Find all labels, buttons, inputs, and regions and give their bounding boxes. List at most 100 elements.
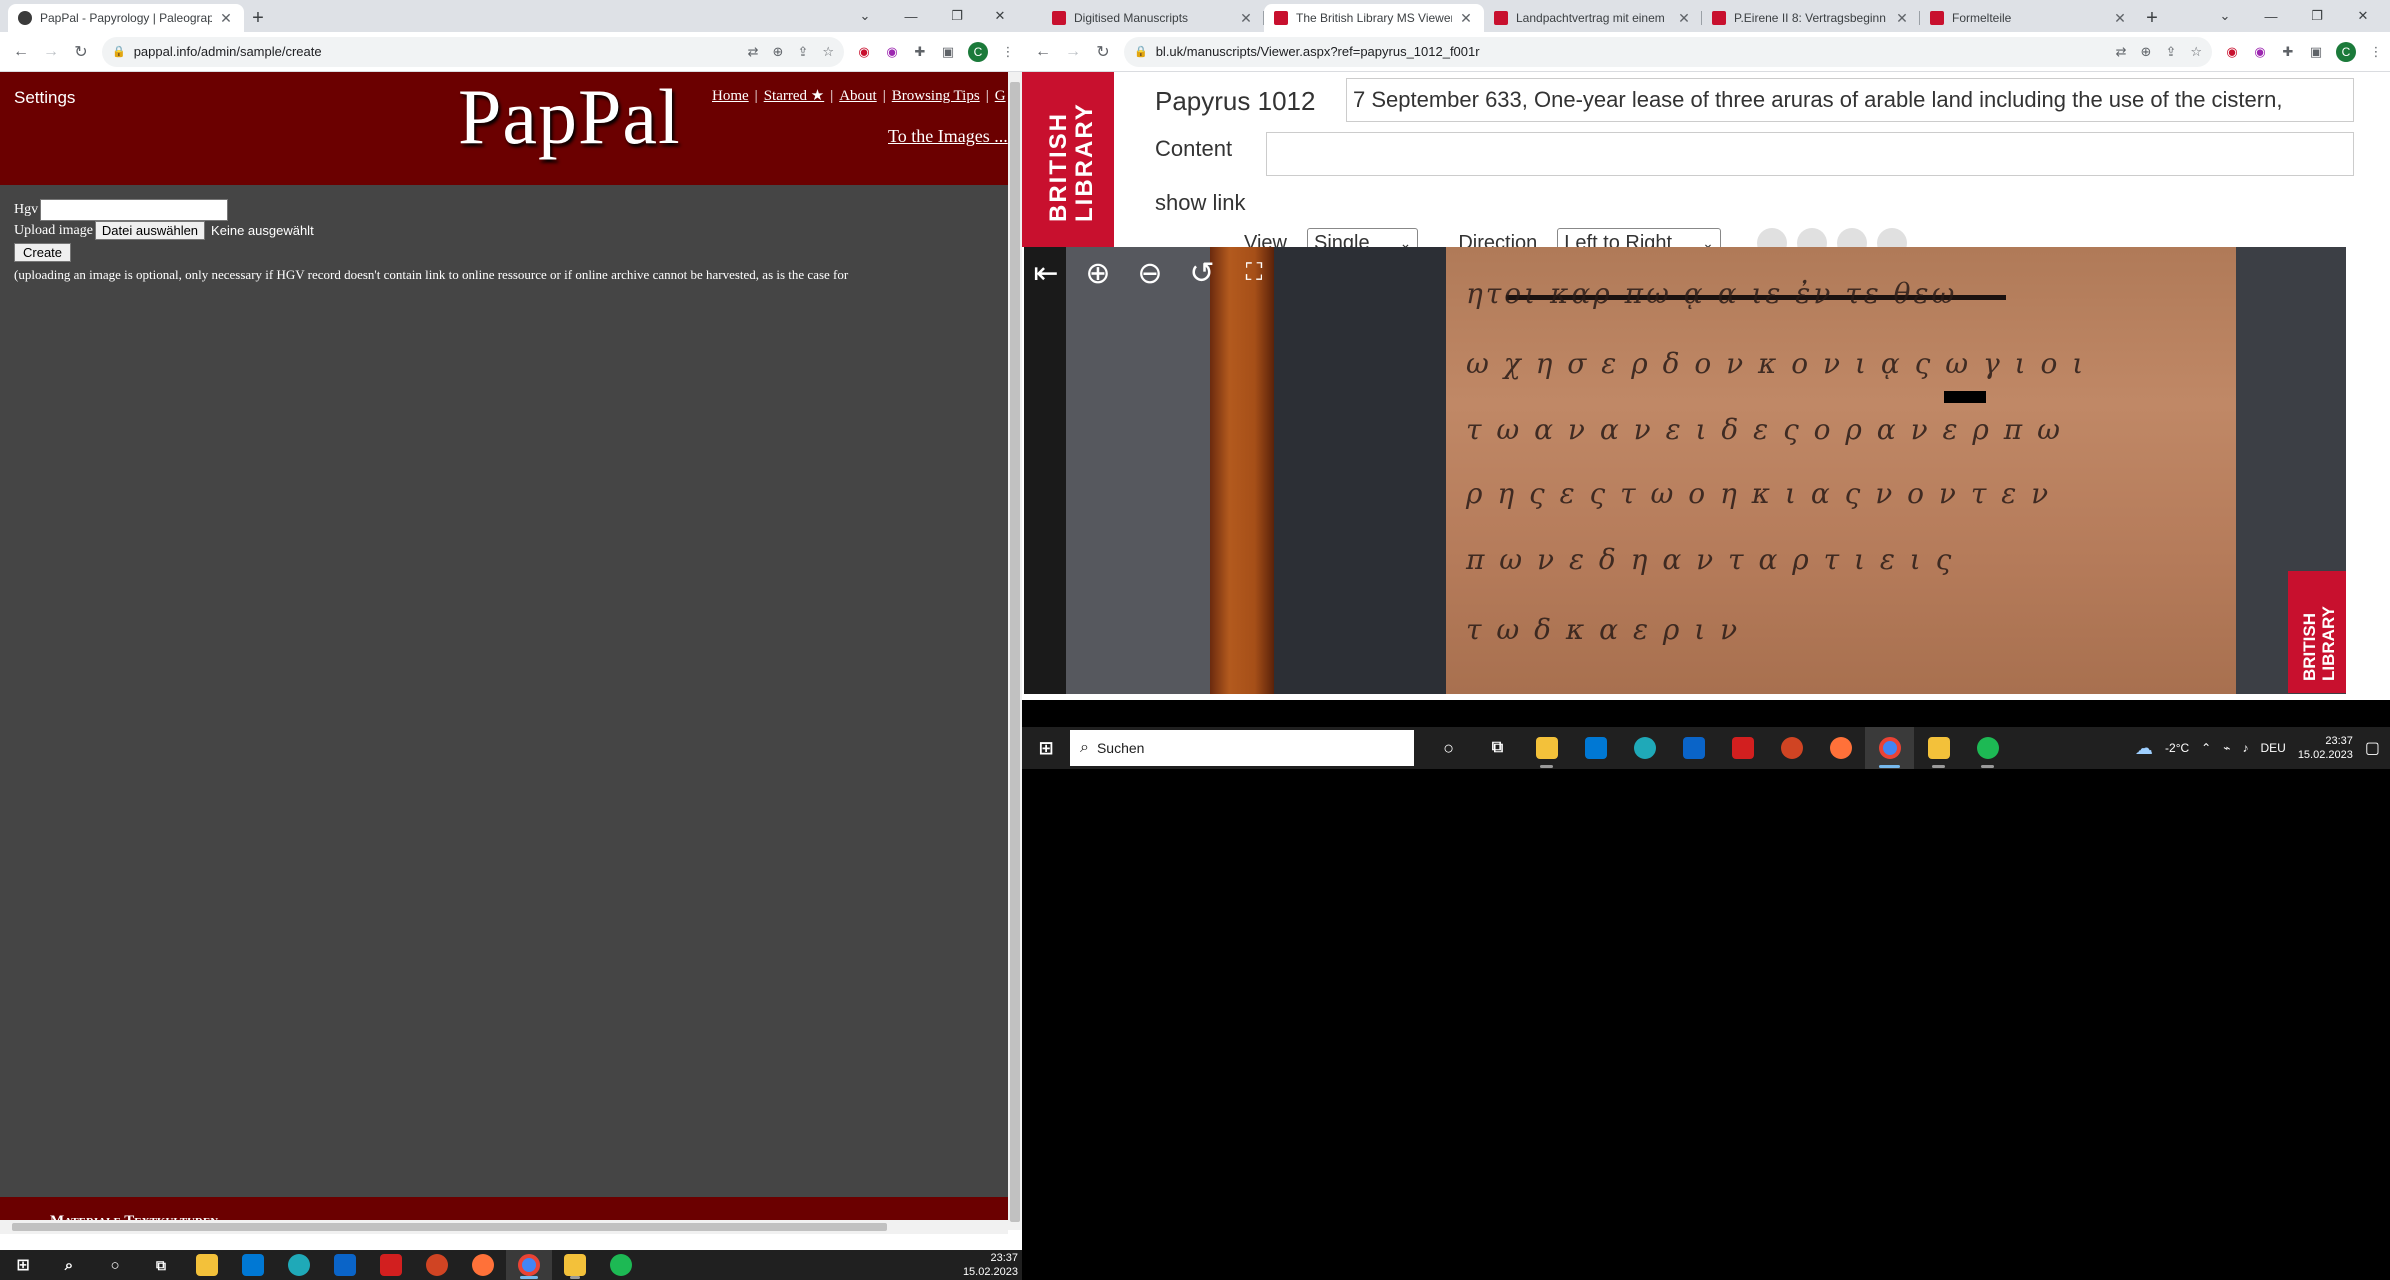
- bookmark-star-icon[interactable]: ☆: [2190, 44, 2202, 60]
- store-button[interactable]: [230, 1250, 276, 1280]
- network-icon[interactable]: ⌁: [2223, 741, 2230, 755]
- restore-icon[interactable]: ❐: [934, 8, 980, 24]
- exit-viewer-icon[interactable]: ⇤: [1024, 251, 1068, 295]
- zoom-in-icon[interactable]: ⊕: [1076, 251, 1120, 295]
- edge-button[interactable]: [1620, 727, 1669, 769]
- create-button[interactable]: Create: [14, 243, 72, 262]
- tab-landpachtvertrag[interactable]: Landpachtvertrag mit einem ✕: [1484, 4, 1702, 32]
- left-clock[interactable]: 23:37 15.02.2023: [963, 1251, 1018, 1279]
- mail-button[interactable]: [322, 1250, 368, 1280]
- right-clock[interactable]: 23:37 15.02.2023: [2298, 734, 2353, 762]
- scroll-thumb[interactable]: [12, 1223, 887, 1231]
- files-button[interactable]: [1914, 727, 1963, 769]
- extension-icon[interactable]: ◉: [853, 44, 875, 60]
- task-view-button[interactable]: ⧉: [1473, 727, 1522, 769]
- close-icon[interactable]: ✕: [1238, 10, 1254, 27]
- powerpoint-button[interactable]: [414, 1250, 460, 1280]
- mail-button[interactable]: [1669, 727, 1718, 769]
- spotify-button[interactable]: [1963, 727, 2012, 769]
- firefox-button[interactable]: [1816, 727, 1865, 769]
- profile-avatar[interactable]: C: [968, 41, 988, 62]
- chrome-button[interactable]: [506, 1250, 552, 1280]
- address-bar[interactable]: 🔒 pappal.info/admin/sample/create ⇄ ⊕ ⇪ …: [102, 36, 844, 67]
- minimize-icon[interactable]: —: [2248, 9, 2294, 24]
- vertical-scrollbar[interactable]: [1008, 72, 1022, 1230]
- notification-icon[interactable]: ▢: [2365, 738, 2380, 758]
- weather-icon[interactable]: ☁: [2135, 738, 2153, 759]
- zoom-icon[interactable]: ⊕: [773, 44, 784, 60]
- chrome-button[interactable]: [1865, 727, 1914, 769]
- close-window-icon[interactable]: ✕: [2340, 8, 2386, 24]
- british-library-logo[interactable]: BRITISH LIBRARY: [1022, 72, 1114, 247]
- tab-peirene[interactable]: P.Eirene II 8: Vertragsbeginn ✕: [1702, 4, 1920, 32]
- task-view-button[interactable]: ⧉: [138, 1250, 184, 1280]
- puzzle-icon[interactable]: ✚: [909, 44, 931, 60]
- nav-about[interactable]: About: [839, 88, 877, 104]
- address-bar[interactable]: 🔒 bl.uk/manuscripts/Viewer.aspx?ref=papy…: [1124, 36, 2212, 67]
- horizontal-scrollbar[interactable]: [0, 1220, 1008, 1234]
- extension-icon[interactable]: ◉: [881, 44, 903, 60]
- image-viewer[interactable]: ητοι καρ πω ᾳ α ιε ἐν τε θεω ω χ η σ ε ρ…: [1024, 247, 2346, 694]
- start-button[interactable]: ⊞: [0, 1250, 46, 1280]
- edge-button[interactable]: [276, 1250, 322, 1280]
- extension-icon[interactable]: ◉: [2221, 44, 2243, 60]
- new-tab-button[interactable]: +: [2138, 4, 2166, 32]
- explorer-button[interactable]: [1522, 727, 1571, 769]
- spotify-button[interactable]: [598, 1250, 644, 1280]
- tab-search-icon[interactable]: ⌄: [842, 8, 888, 24]
- close-icon[interactable]: ✕: [1458, 10, 1474, 27]
- close-icon[interactable]: ✕: [2112, 10, 2128, 27]
- hgv-input[interactable]: [40, 199, 229, 221]
- menu-icon[interactable]: ⋮: [997, 44, 1019, 60]
- nav-browsing-tips[interactable]: Browsing Tips: [892, 88, 980, 104]
- zoom-icon[interactable]: ⊕: [2141, 44, 2152, 60]
- tab-digitised-manuscripts[interactable]: Digitised Manuscripts ✕: [1042, 4, 1264, 32]
- back-icon[interactable]: ←: [1028, 43, 1058, 61]
- cortana-button[interactable]: ○: [1424, 727, 1473, 769]
- minimize-icon[interactable]: —: [888, 9, 934, 24]
- close-icon[interactable]: ✕: [218, 10, 234, 27]
- back-icon[interactable]: ←: [6, 43, 36, 61]
- nav-starred[interactable]: Starred ★: [764, 88, 825, 104]
- tab-formelteile[interactable]: Formelteile ✕: [1920, 4, 2138, 32]
- settings-link[interactable]: Settings: [14, 88, 75, 108]
- search-button[interactable]: ⌕: [46, 1250, 92, 1280]
- share-icon[interactable]: ⇪: [2165, 44, 2176, 60]
- sidepanel-icon[interactable]: ▣: [937, 44, 959, 60]
- bookmark-star-icon[interactable]: ☆: [822, 44, 834, 60]
- speaker-icon[interactable]: ♪: [2242, 741, 2248, 755]
- explorer-button[interactable]: [184, 1250, 230, 1280]
- reload-icon[interactable]: ↻: [1088, 42, 1118, 62]
- nav-more[interactable]: G: [995, 88, 1006, 104]
- fullscreen-icon[interactable]: ⛶: [1232, 251, 1276, 295]
- translate-icon[interactable]: ⇄: [2116, 44, 2127, 60]
- puzzle-icon[interactable]: ✚: [2277, 44, 2299, 60]
- description-field[interactable]: 7 September 633, One-year lease of three…: [1346, 78, 2354, 122]
- cortana-button[interactable]: ○: [92, 1250, 138, 1280]
- choose-file-button[interactable]: Datei auswählen: [94, 221, 206, 240]
- rotate-icon[interactable]: ↺: [1180, 251, 1224, 295]
- close-icon[interactable]: ✕: [1676, 10, 1692, 27]
- reload-icon[interactable]: ↻: [66, 42, 96, 62]
- scroll-thumb[interactable]: [1010, 82, 1020, 1222]
- show-link[interactable]: show link: [1155, 190, 1245, 216]
- zoom-out-icon[interactable]: ⊖: [1128, 251, 1172, 295]
- forward-icon[interactable]: →: [36, 43, 66, 61]
- extension-icon[interactable]: ◉: [2249, 44, 2271, 60]
- forward-icon[interactable]: →: [1058, 43, 1088, 61]
- new-tab-button[interactable]: +: [244, 4, 272, 32]
- content-field[interactable]: [1266, 132, 2354, 176]
- powerpoint-button[interactable]: [1767, 727, 1816, 769]
- menu-icon[interactable]: ⋮: [2365, 44, 2387, 60]
- close-icon[interactable]: ✕: [1894, 10, 1910, 27]
- nav-home[interactable]: Home: [712, 88, 749, 104]
- store-button[interactable]: [1571, 727, 1620, 769]
- share-icon[interactable]: ⇪: [797, 44, 808, 60]
- tab-bl-ms-viewer[interactable]: The British Library MS Viewer ✕: [1264, 4, 1484, 32]
- close-window-icon[interactable]: ✕: [980, 8, 1020, 24]
- firefox-button[interactable]: [460, 1250, 506, 1280]
- input-language[interactable]: DEU: [2260, 741, 2285, 755]
- weather-temp[interactable]: -2°C: [2165, 741, 2189, 755]
- files-button[interactable]: [552, 1250, 598, 1280]
- chevron-up-icon[interactable]: ⌃: [2201, 741, 2211, 755]
